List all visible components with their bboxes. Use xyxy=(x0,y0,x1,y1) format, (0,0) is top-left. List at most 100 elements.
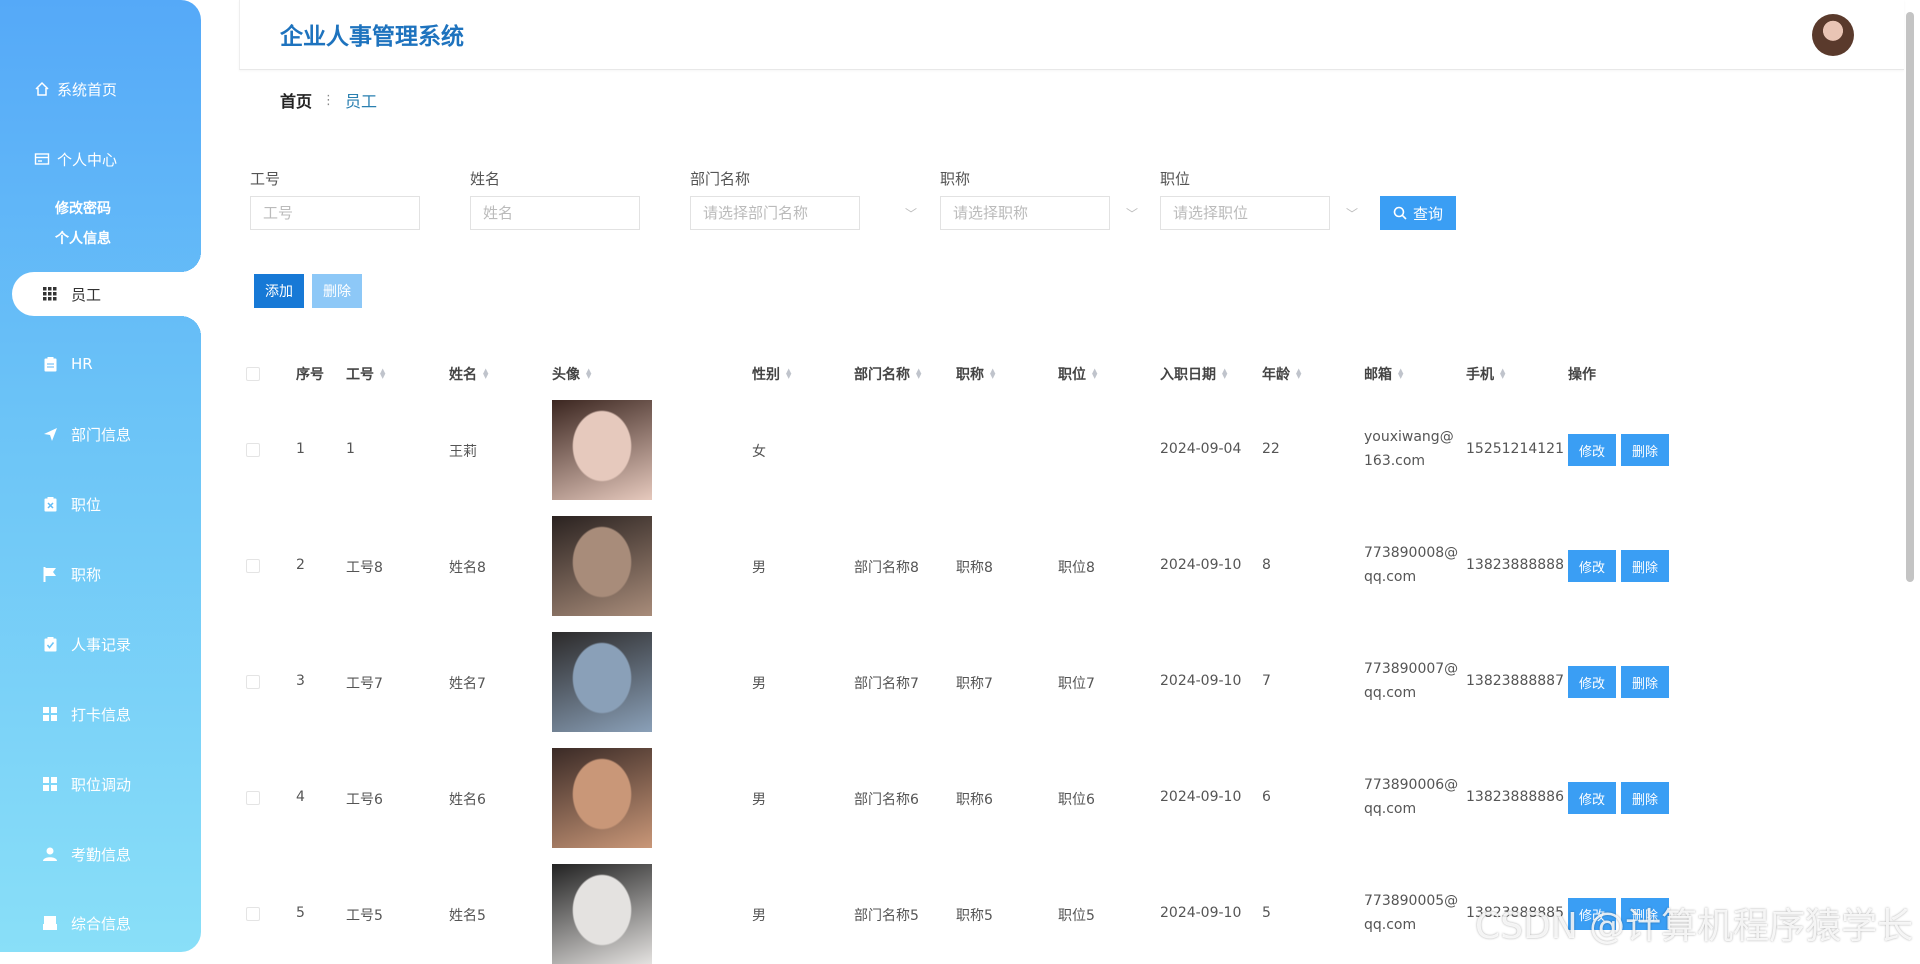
edit-button[interactable]: 修改 xyxy=(1568,666,1616,698)
row-checkbox[interactable] xyxy=(246,791,260,805)
cell-date: 2024-09-10 xyxy=(1160,789,1242,805)
user-avatar[interactable] xyxy=(1812,14,1854,56)
breadcrumb-current: 员工 xyxy=(345,92,378,111)
delete-button[interactable]: 删除 xyxy=(1621,782,1669,814)
sidebar-item-personnel-record[interactable]: 人事记录 xyxy=(0,624,201,664)
cell-id: 工号7 xyxy=(346,676,383,692)
send-icon xyxy=(41,425,59,443)
sidebar-item-label: 部门信息 xyxy=(71,425,132,444)
column-header-label: 部门名称 xyxy=(854,367,910,383)
sort-icon[interactable]: ▲ ▼ xyxy=(1296,368,1301,380)
column-header-title[interactable]: 职称 ▲ ▼ xyxy=(956,364,995,384)
sidebar-item-clock-in[interactable]: 打卡信息 xyxy=(0,694,201,734)
search-select-department[interactable]: 请选择部门名称 xyxy=(690,196,860,230)
cell-index: 5 xyxy=(296,905,305,921)
sidebar: 系统首页 个人中心 修改密码 个人信息 员工 HR 部门信息 职位 职称 人事记… xyxy=(0,0,201,952)
cell-id: 1 xyxy=(346,441,355,457)
sort-icon[interactable]: ▲ ▼ xyxy=(1222,368,1227,380)
sidebar-subitem-change-password[interactable]: 修改密码 xyxy=(0,195,201,221)
edit-button[interactable]: 修改 xyxy=(1568,550,1616,582)
select-all-checkbox[interactable] xyxy=(246,367,260,381)
chevron-down-icon: ﹀ xyxy=(1126,207,1139,221)
column-header-phone[interactable]: 手机 ▲ ▼ xyxy=(1466,364,1505,384)
sidebar-item-home[interactable]: 系统首页 xyxy=(0,69,201,109)
sidebar-item-position[interactable]: 职位 xyxy=(0,484,201,524)
batch-delete-button[interactable]: 删除 xyxy=(312,274,362,308)
row-checkbox[interactable] xyxy=(246,907,260,921)
search-select-position[interactable]: 请选择职位 xyxy=(1160,196,1330,230)
edit-button[interactable]: 修改 xyxy=(1568,782,1616,814)
chevron-down-icon: ﹀ xyxy=(905,207,918,221)
search-label-position: 职位 xyxy=(1160,170,1191,188)
edit-button[interactable]: 修改 xyxy=(1568,434,1616,466)
sort-icon[interactable]: ▲ ▼ xyxy=(1500,368,1505,380)
sidebar-item-profile[interactable]: 个人中心 xyxy=(0,139,201,179)
avatar-photo xyxy=(552,748,652,848)
column-header-avatar[interactable]: 头像 ▲ ▼ xyxy=(552,364,591,384)
column-header-hire-date[interactable]: 入职日期 ▲ ▼ xyxy=(1160,364,1227,384)
row-checkbox[interactable] xyxy=(246,443,260,457)
column-header-label: 职位 xyxy=(1058,367,1086,383)
sort-icon[interactable]: ▲ ▼ xyxy=(916,368,921,380)
search-input-name[interactable]: 姓名 xyxy=(470,196,640,230)
sort-icon[interactable]: ▲ ▼ xyxy=(990,368,995,380)
add-button[interactable]: 添加 xyxy=(254,274,304,308)
row-checkbox[interactable] xyxy=(246,559,260,573)
column-header-age[interactable]: 年龄 ▲ ▼ xyxy=(1262,364,1301,384)
cell-email: 773890007@qq.com xyxy=(1364,661,1459,701)
column-header-label: 头像 xyxy=(552,367,580,383)
breadcrumb-home[interactable]: 首页 xyxy=(280,88,312,112)
sort-icon[interactable]: ▲ ▼ xyxy=(483,368,488,380)
sort-icon[interactable]: ▲ ▼ xyxy=(586,368,591,380)
search-label-department: 部门名称 xyxy=(690,170,751,188)
column-header-gender[interactable]: 性别 ▲ ▼ xyxy=(752,364,791,384)
cell-name: 姓名6 xyxy=(449,792,486,808)
apps-icon xyxy=(41,705,59,723)
sidebar-item-summary[interactable]: 综合信息 xyxy=(0,903,201,943)
sidebar-item-label: 系统首页 xyxy=(57,80,118,99)
query-button[interactable]: 查询 xyxy=(1380,196,1456,230)
column-header-name[interactable]: 姓名 ▲ ▼ xyxy=(449,364,488,384)
cell-id: 工号8 xyxy=(346,560,383,576)
sidebar-item-attendance[interactable]: 考勤信息 xyxy=(0,834,201,874)
sort-icon[interactable]: ▲ ▼ xyxy=(1092,368,1097,380)
cell-gender: 男 xyxy=(752,676,766,692)
cell-age: 22 xyxy=(1262,441,1280,457)
sidebar-item-department[interactable]: 部门信息 xyxy=(0,414,201,454)
row-checkbox[interactable] xyxy=(246,675,260,689)
cell-title: 职称8 xyxy=(956,560,993,576)
search-select-title[interactable]: 请选择职称 xyxy=(940,196,1110,230)
cell-phone: 13823888888 xyxy=(1466,557,1564,573)
search-input-id[interactable]: 工号 xyxy=(250,196,420,230)
column-header-department[interactable]: 部门名称 ▲ ▼ xyxy=(854,364,921,384)
delete-button[interactable]: 删除 xyxy=(1621,550,1669,582)
cell-email: youxiwang@163.com xyxy=(1364,429,1454,469)
column-header-label: 职称 xyxy=(956,367,984,383)
cell-dept: 部门名称7 xyxy=(854,676,919,692)
sidebar-item-transfer[interactable]: 职位调动 xyxy=(0,764,201,804)
cell-age: 8 xyxy=(1262,557,1271,573)
grid-icon xyxy=(41,285,59,303)
sidebar-item-hr[interactable]: HR xyxy=(0,344,201,384)
cell-index: 2 xyxy=(296,557,305,573)
delete-button[interactable]: 删除 xyxy=(1621,434,1669,466)
column-header-label: 入职日期 xyxy=(1160,367,1216,383)
cell-position: 职位8 xyxy=(1058,560,1095,576)
sidebar-item-label: 考勤信息 xyxy=(71,845,132,864)
column-header-email[interactable]: 邮箱 ▲ ▼ xyxy=(1364,364,1403,384)
delete-button[interactable]: 删除 xyxy=(1621,666,1669,698)
cell-age: 7 xyxy=(1262,673,1271,689)
sort-icon[interactable]: ▲ ▼ xyxy=(380,368,385,380)
flag-icon xyxy=(41,565,59,583)
page-scrollbar[interactable] xyxy=(1906,12,1914,582)
column-header-id[interactable]: 工号 ▲ ▼ xyxy=(346,364,385,384)
sidebar-item-employee[interactable]: 员工 xyxy=(12,252,201,336)
sort-icon[interactable]: ▲ ▼ xyxy=(786,368,791,380)
column-header-position[interactable]: 职位 ▲ ▼ xyxy=(1058,364,1097,384)
search-label-title: 职称 xyxy=(940,170,971,188)
sort-icon[interactable]: ▲ ▼ xyxy=(1398,368,1403,380)
sidebar-item-title[interactable]: 职称 xyxy=(0,554,201,594)
home-icon xyxy=(33,80,51,98)
sidebar-subitem-personal-info[interactable]: 个人信息 xyxy=(0,225,201,251)
sidebar-subitem-label: 修改密码 xyxy=(55,201,111,217)
